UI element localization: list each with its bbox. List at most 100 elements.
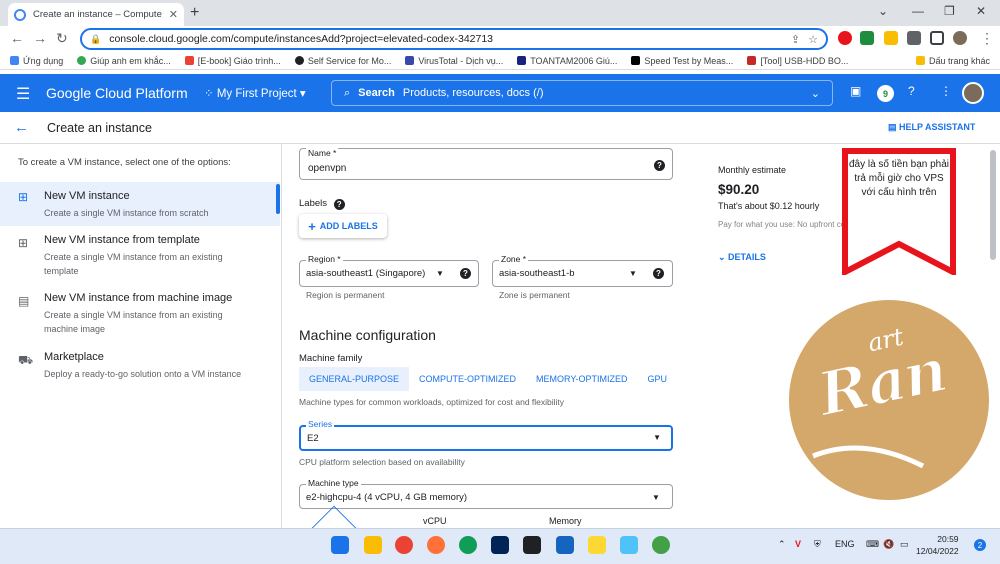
back-arrow-icon[interactable]: ← (14, 119, 29, 136)
add-labels-button[interactable]: + ADD LABELS (299, 214, 387, 238)
help-circle-icon[interactable]: ? (654, 160, 665, 171)
share-icon[interactable]: ⇪ (791, 33, 800, 46)
series-select[interactable]: Series E2 ▼ (299, 419, 673, 451)
notification-center-badge[interactable]: 2 (974, 539, 986, 551)
bookmark-apps[interactable]: Ứng dụng (10, 56, 63, 66)
globe-app-icon[interactable] (652, 536, 670, 554)
address-bar[interactable]: 🔒 console.cloud.google.com/compute/insta… (80, 28, 828, 50)
name-field[interactable]: Name * openvpn ? (299, 148, 673, 180)
search-hint: Products, resources, docs (/) (402, 87, 544, 99)
maximize-button[interactable]: ❐ (944, 4, 955, 18)
project-picker[interactable]: ⁘ My First Project ▾ (204, 86, 306, 100)
extension-yellow-icon[interactable] (884, 31, 898, 45)
tab-general-purpose[interactable]: GENERAL-PURPOSE (299, 367, 410, 391)
option-marketplace[interactable]: ⛟ Marketplace Deploy a ready-to-go solut… (0, 351, 280, 381)
volume-icon[interactable]: 🔇 (883, 539, 894, 550)
bookmark-item[interactable]: Speed Test by Meas... (631, 56, 733, 66)
machine-type-value: e2-highcpu-4 (4 vCPU, 4 GB memory) (306, 492, 468, 503)
zone-hint: Zone is permanent (499, 290, 570, 300)
help-circle-icon[interactable]: ? (460, 268, 471, 279)
brand-title[interactable]: Google Cloud Platform (46, 85, 188, 101)
machine-config-heading: Machine configuration (299, 327, 436, 343)
tab-memory-optimized[interactable]: MEMORY-OPTIMIZED (526, 367, 638, 391)
url-text: console.cloud.google.com/compute/instanc… (109, 33, 494, 45)
option-desc: Create a single VM instance from scratch (44, 208, 209, 218)
terminal-icon[interactable] (523, 536, 541, 554)
bookmark-favicon-icon (631, 56, 641, 65)
other-bookmarks[interactable]: Dấu trang khác (915, 56, 1000, 66)
new-tab-button[interactable]: + (190, 4, 199, 22)
notepad-icon[interactable] (556, 536, 574, 554)
notifications-badge[interactable]: 9 (877, 85, 894, 102)
user-avatar[interactable] (962, 82, 984, 104)
bookmark-item[interactable]: VirusTotal - Dịch vụ... (405, 56, 503, 66)
zone-select[interactable]: Zone * asia-southeast1-b ▼ ? (492, 254, 673, 287)
network-icon[interactable]: ⌨ (866, 539, 879, 550)
bookmark-star-icon[interactable]: ☆ (808, 33, 818, 46)
help-assistant-button[interactable]: ▤ HELP ASSISTANT (888, 122, 975, 133)
browser-tab[interactable]: Create an instance – Compute En ✕ (8, 3, 184, 26)
more-options-icon[interactable]: ⋮ (940, 84, 952, 98)
chevron-down-icon: ▾ (296, 88, 306, 100)
bookmark-item[interactable]: Self Service for Mo... (294, 56, 391, 66)
edge-icon[interactable] (459, 536, 477, 554)
reload-icon[interactable]: ↻ (56, 30, 68, 47)
dropdown-arrow-icon: ▼ (653, 433, 661, 442)
search-bar[interactable]: ⌕ Search Products, resources, docs (/) ⌄ (331, 80, 833, 106)
dropdown-arrow-icon: ▼ (629, 269, 637, 278)
file-explorer-icon[interactable] (364, 536, 382, 554)
profile-avatar[interactable] (953, 31, 967, 45)
details-toggle[interactable]: ⌄ DETAILS (718, 252, 766, 263)
tab-compute-optimized[interactable]: COMPUTE-OPTIMIZED (409, 367, 526, 391)
taskbar-app-icon[interactable] (620, 536, 638, 554)
option-desc: Create a single VM instance from an exis… (44, 252, 223, 276)
tab-search-icon[interactable]: ⌄ (878, 4, 888, 18)
help-circle-icon[interactable]: ? (653, 268, 664, 279)
chrome-icon[interactable] (395, 536, 413, 554)
firefox-icon[interactable] (427, 536, 445, 554)
help-icon[interactable]: ? (908, 84, 915, 98)
template-icon: ⊞ (18, 236, 29, 250)
tray-shield-icon[interactable]: ⛨ (814, 539, 821, 550)
option-desc: Create a single VM instance from an exis… (44, 310, 223, 334)
tab-title: Create an instance – Compute En (33, 9, 162, 20)
sidepanel-icon[interactable] (930, 31, 944, 45)
option-new-vm[interactable]: ⊞ New VM instance Create a single VM ins… (0, 182, 280, 226)
sticky-notes-icon[interactable] (588, 536, 606, 554)
powershell-icon[interactable] (491, 536, 509, 554)
bookmark-item[interactable]: [Tool] USB-HDD BO... (747, 56, 848, 66)
hamburger-menu-icon[interactable]: ☰ (16, 84, 30, 104)
tab-gpu[interactable]: GPU (638, 367, 678, 391)
machine-type-select[interactable]: Machine type e2-highcpu-4 (4 vCPU, 4 GB … (299, 478, 673, 509)
bookmark-item[interactable]: Giúp anh em khắc... (77, 56, 171, 66)
chevron-down-icon[interactable]: ⌄ (811, 87, 820, 100)
help-circle-icon[interactable]: ? (333, 199, 345, 210)
extensions-puzzle-icon[interactable] (907, 31, 921, 45)
close-tab-icon[interactable]: ✕ (169, 8, 178, 21)
close-window-button[interactable]: ✕ (976, 4, 986, 18)
bookmark-item[interactable]: [E-book] Giáo trình... (184, 56, 281, 66)
system-clock[interactable]: 20:59 12/04/2022 (916, 533, 959, 557)
browser-menu-icon[interactable]: ⋮ (980, 30, 994, 47)
battery-icon[interactable]: ▭ (900, 539, 909, 550)
tray-app-icon[interactable]: V (795, 539, 801, 549)
windows-start-icon[interactable] (331, 536, 349, 554)
tray-chevron-icon[interactable]: ⌃ (778, 539, 786, 550)
minimize-button[interactable]: — (912, 4, 924, 18)
forward-icon[interactable]: → (33, 30, 47, 46)
extension-green-icon[interactable] (860, 31, 874, 45)
annotation-text: đây là số tiền bạn phải trả mỗi giờ cho … (848, 159, 950, 198)
extension-opera-icon[interactable] (838, 31, 852, 45)
back-icon[interactable]: ← (10, 30, 24, 46)
option-title: New VM instance from machine image (44, 292, 233, 304)
selected-indicator (276, 184, 280, 214)
region-select[interactable]: Region * asia-southeast1 (Singapore) ▼ ? (299, 254, 479, 287)
vcpu-column-header: vCPU (423, 516, 447, 526)
language-indicator[interactable]: ENG (835, 539, 855, 549)
scrollbar[interactable] (990, 150, 996, 260)
option-vm-from-machine-image[interactable]: ▤ New VM instance from machine image Cre… (0, 292, 280, 336)
option-vm-from-template[interactable]: ⊞ New VM instance from template Create a… (0, 234, 280, 278)
bookmark-item[interactable]: TOANTAM2006 Giú... (517, 56, 617, 66)
cloud-shell-icon[interactable]: ▣ (850, 84, 861, 98)
search-label: Search (358, 87, 395, 99)
